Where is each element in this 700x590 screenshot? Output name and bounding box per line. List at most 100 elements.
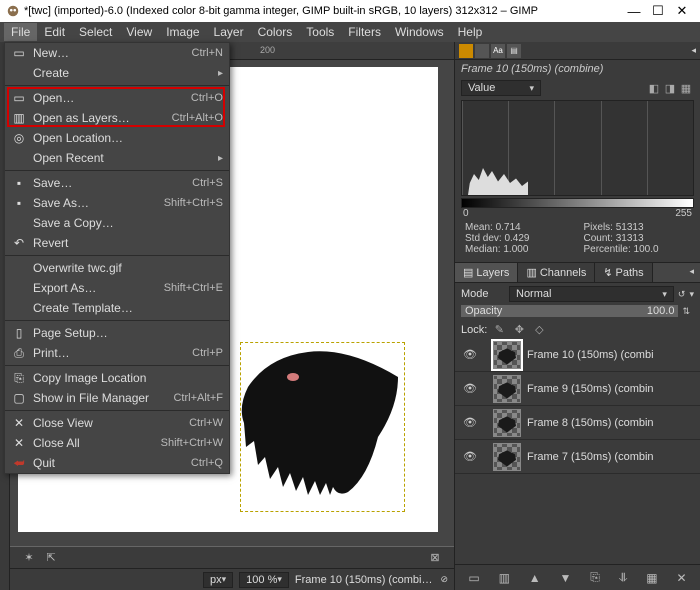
menu-item[interactable]: Save a Copy… [5,213,229,233]
page-icon: ▯ [11,326,27,340]
histogram[interactable] [461,100,694,196]
visibility-eye-icon[interactable]: 👁 [461,416,479,429]
menu-item-label: Close All [27,436,161,450]
brush-preset-icon[interactable] [475,44,489,58]
menu-item[interactable]: ✕Close AllShift+Ctrl+W [5,433,229,453]
menu-colors[interactable]: Colors [251,23,300,41]
menu-file[interactable]: File [4,23,37,41]
menu-item[interactable]: ✕Close ViewCtrl+W [5,413,229,433]
menu-select[interactable]: Select [72,23,119,41]
menu-item[interactable]: ↶Revert [5,233,229,253]
opacity-slider[interactable]: Opacity100.0 [461,305,678,317]
menu-image[interactable]: Image [159,23,206,41]
menu-item[interactable]: Create▸ [5,63,229,83]
layer-group-icon[interactable]: ▥ [499,571,510,585]
menu-item[interactable]: ▪Save As…Shift+Ctrl+S [5,193,229,213]
merge-down-icon[interactable]: ⥥ [619,570,628,585]
layer-row[interactable]: 👁Frame 8 (150ms) (combin [455,406,700,440]
menu-tools[interactable]: Tools [299,23,341,41]
menu-item[interactable]: ▭New…Ctrl+N [5,43,229,63]
close-button[interactable]: ✕ [670,3,694,19]
menu-item[interactable]: Export As…Shift+Ctrl+E [5,278,229,298]
dock-menu-icon[interactable]: ◂ [691,45,696,56]
color-swatch-icon[interactable] [459,44,473,58]
menu-item[interactable]: ▥Open as Layers…Ctrl+Alt+O [5,108,229,128]
visibility-eye-icon[interactable]: 👁 [461,348,479,361]
tab-layers[interactable]: ▤ Layers [455,263,518,282]
channel-select[interactable]: Value▾ [461,80,541,96]
delete-layer-icon[interactable]: ✕ [676,571,686,585]
menu-edit[interactable]: Edit [37,23,72,41]
mode-select[interactable]: Normal▾ [509,286,674,302]
align-icon[interactable]: ⇱ [40,551,62,564]
history-tab-icon[interactable]: ▤ [507,44,521,58]
lock-paint-icon[interactable]: ✎ [491,323,507,336]
histogram-gradient[interactable] [461,198,694,208]
duplicate-layer-icon[interactable]: ⎘ [590,570,600,585]
opacity-spinner-icon[interactable]: ⇅ [678,306,694,317]
visibility-eye-icon[interactable]: 👁 [461,382,479,395]
mode-menu-icon[interactable]: ▾ [689,289,694,300]
histogram-stats: Mean: 0.714 Pixels: 51313 Std dev: 0.429… [455,219,700,258]
menu-shortcut: Ctrl+Q [191,457,223,469]
hist-range-max: 255 [675,208,692,219]
menu-item[interactable]: Overwrite twc.gif [5,258,229,278]
tab-paths[interactable]: ↯ Paths [595,263,652,282]
crosshair-icon[interactable]: ✶ [18,551,40,564]
delete-icon[interactable]: ⊠ [424,551,446,564]
lock-alpha-icon[interactable]: ◇ [531,323,547,336]
hist-log-icon[interactable]: ◨ [662,82,678,95]
menu-item-label: Overwrite twc.gif [27,261,223,275]
menu-separator [5,85,229,86]
menu-shortcut: Shift+Ctrl+E [164,282,223,294]
zoom-select[interactable]: 100 % ▾ [239,572,289,588]
menu-item[interactable]: Open Recent▸ [5,148,229,168]
menu-item[interactable]: ▭Open…Ctrl+O [5,88,229,108]
quit-icon: ⮨ [11,456,27,471]
menu-help[interactable]: Help [451,23,490,41]
menu-layer[interactable]: Layer [207,23,251,41]
lower-layer-icon[interactable]: ▼ [560,571,572,585]
right-dock: Aa ▤ ◂ Frame 10 (150ms) (combine) Value▾… [454,42,700,590]
menu-windows[interactable]: Windows [388,23,451,41]
menu-item[interactable]: ⎘Copy Image Location [5,368,229,388]
hist-linear-icon[interactable]: ◧ [646,82,662,95]
visibility-eye-icon[interactable]: 👁 [461,450,479,463]
raise-layer-icon[interactable]: ▲ [529,571,541,585]
mode-reset-icon[interactable]: ↺ [674,289,690,300]
menu-item[interactable]: Create Template… [5,298,229,318]
font-tab-icon[interactable]: Aa [491,44,505,58]
menu-item[interactable]: ▪Save…Ctrl+S [5,173,229,193]
menu-shortcut: Ctrl+Alt+F [173,392,223,404]
menu-item[interactable]: ▯Page Setup… [5,323,229,343]
layer-thumbnail[interactable] [493,409,521,437]
menu-item[interactable]: ⎙Print…Ctrl+P [5,343,229,363]
lock-label: Lock: [461,324,487,336]
cancel-icon[interactable]: ⊘ [440,574,448,585]
lock-row: Lock: ✎ ✥ ◇ [455,321,700,338]
layer-thumbnail[interactable] [493,443,521,471]
menu-item[interactable]: ▢Show in File ManagerCtrl+Alt+F [5,388,229,408]
menu-separator [5,410,229,411]
layer-row[interactable]: 👁Frame 9 (150ms) (combin [455,372,700,406]
menu-item-label: Show in File Manager [27,391,173,405]
layer-thumbnail[interactable] [493,375,521,403]
window-titlebar: *[twc] (imported)-6.0 (Indexed color 8-b… [0,0,700,22]
menu-item[interactable]: ⮨QuitCtrl+Q [5,453,229,473]
unit-select[interactable]: px ▾ [203,572,233,588]
layer-thumbnail[interactable] [493,341,521,369]
layer-row[interactable]: 👁Frame 10 (150ms) (combi [455,338,700,372]
layer-row[interactable]: 👁Frame 7 (150ms) (combin [455,440,700,474]
maximize-button[interactable]: ☐ [646,3,670,19]
lock-move-icon[interactable]: ✥ [511,323,527,336]
new-layer-icon[interactable]: ▭ [468,571,479,585]
dock-tab-menu-icon[interactable]: ◂ [683,263,700,282]
minimize-button[interactable]: — [622,4,646,19]
hist-rgb-icon[interactable]: ▦ [678,82,694,95]
mask-icon[interactable]: ▦ [646,571,657,585]
menu-item[interactable]: ◎Open Location… [5,128,229,148]
tab-channels[interactable]: ▥ Channels [518,263,595,282]
menu-filters[interactable]: Filters [341,23,388,41]
status-text: Frame 10 (150ms) (combi… [295,574,433,586]
menu-view[interactable]: View [119,23,159,41]
